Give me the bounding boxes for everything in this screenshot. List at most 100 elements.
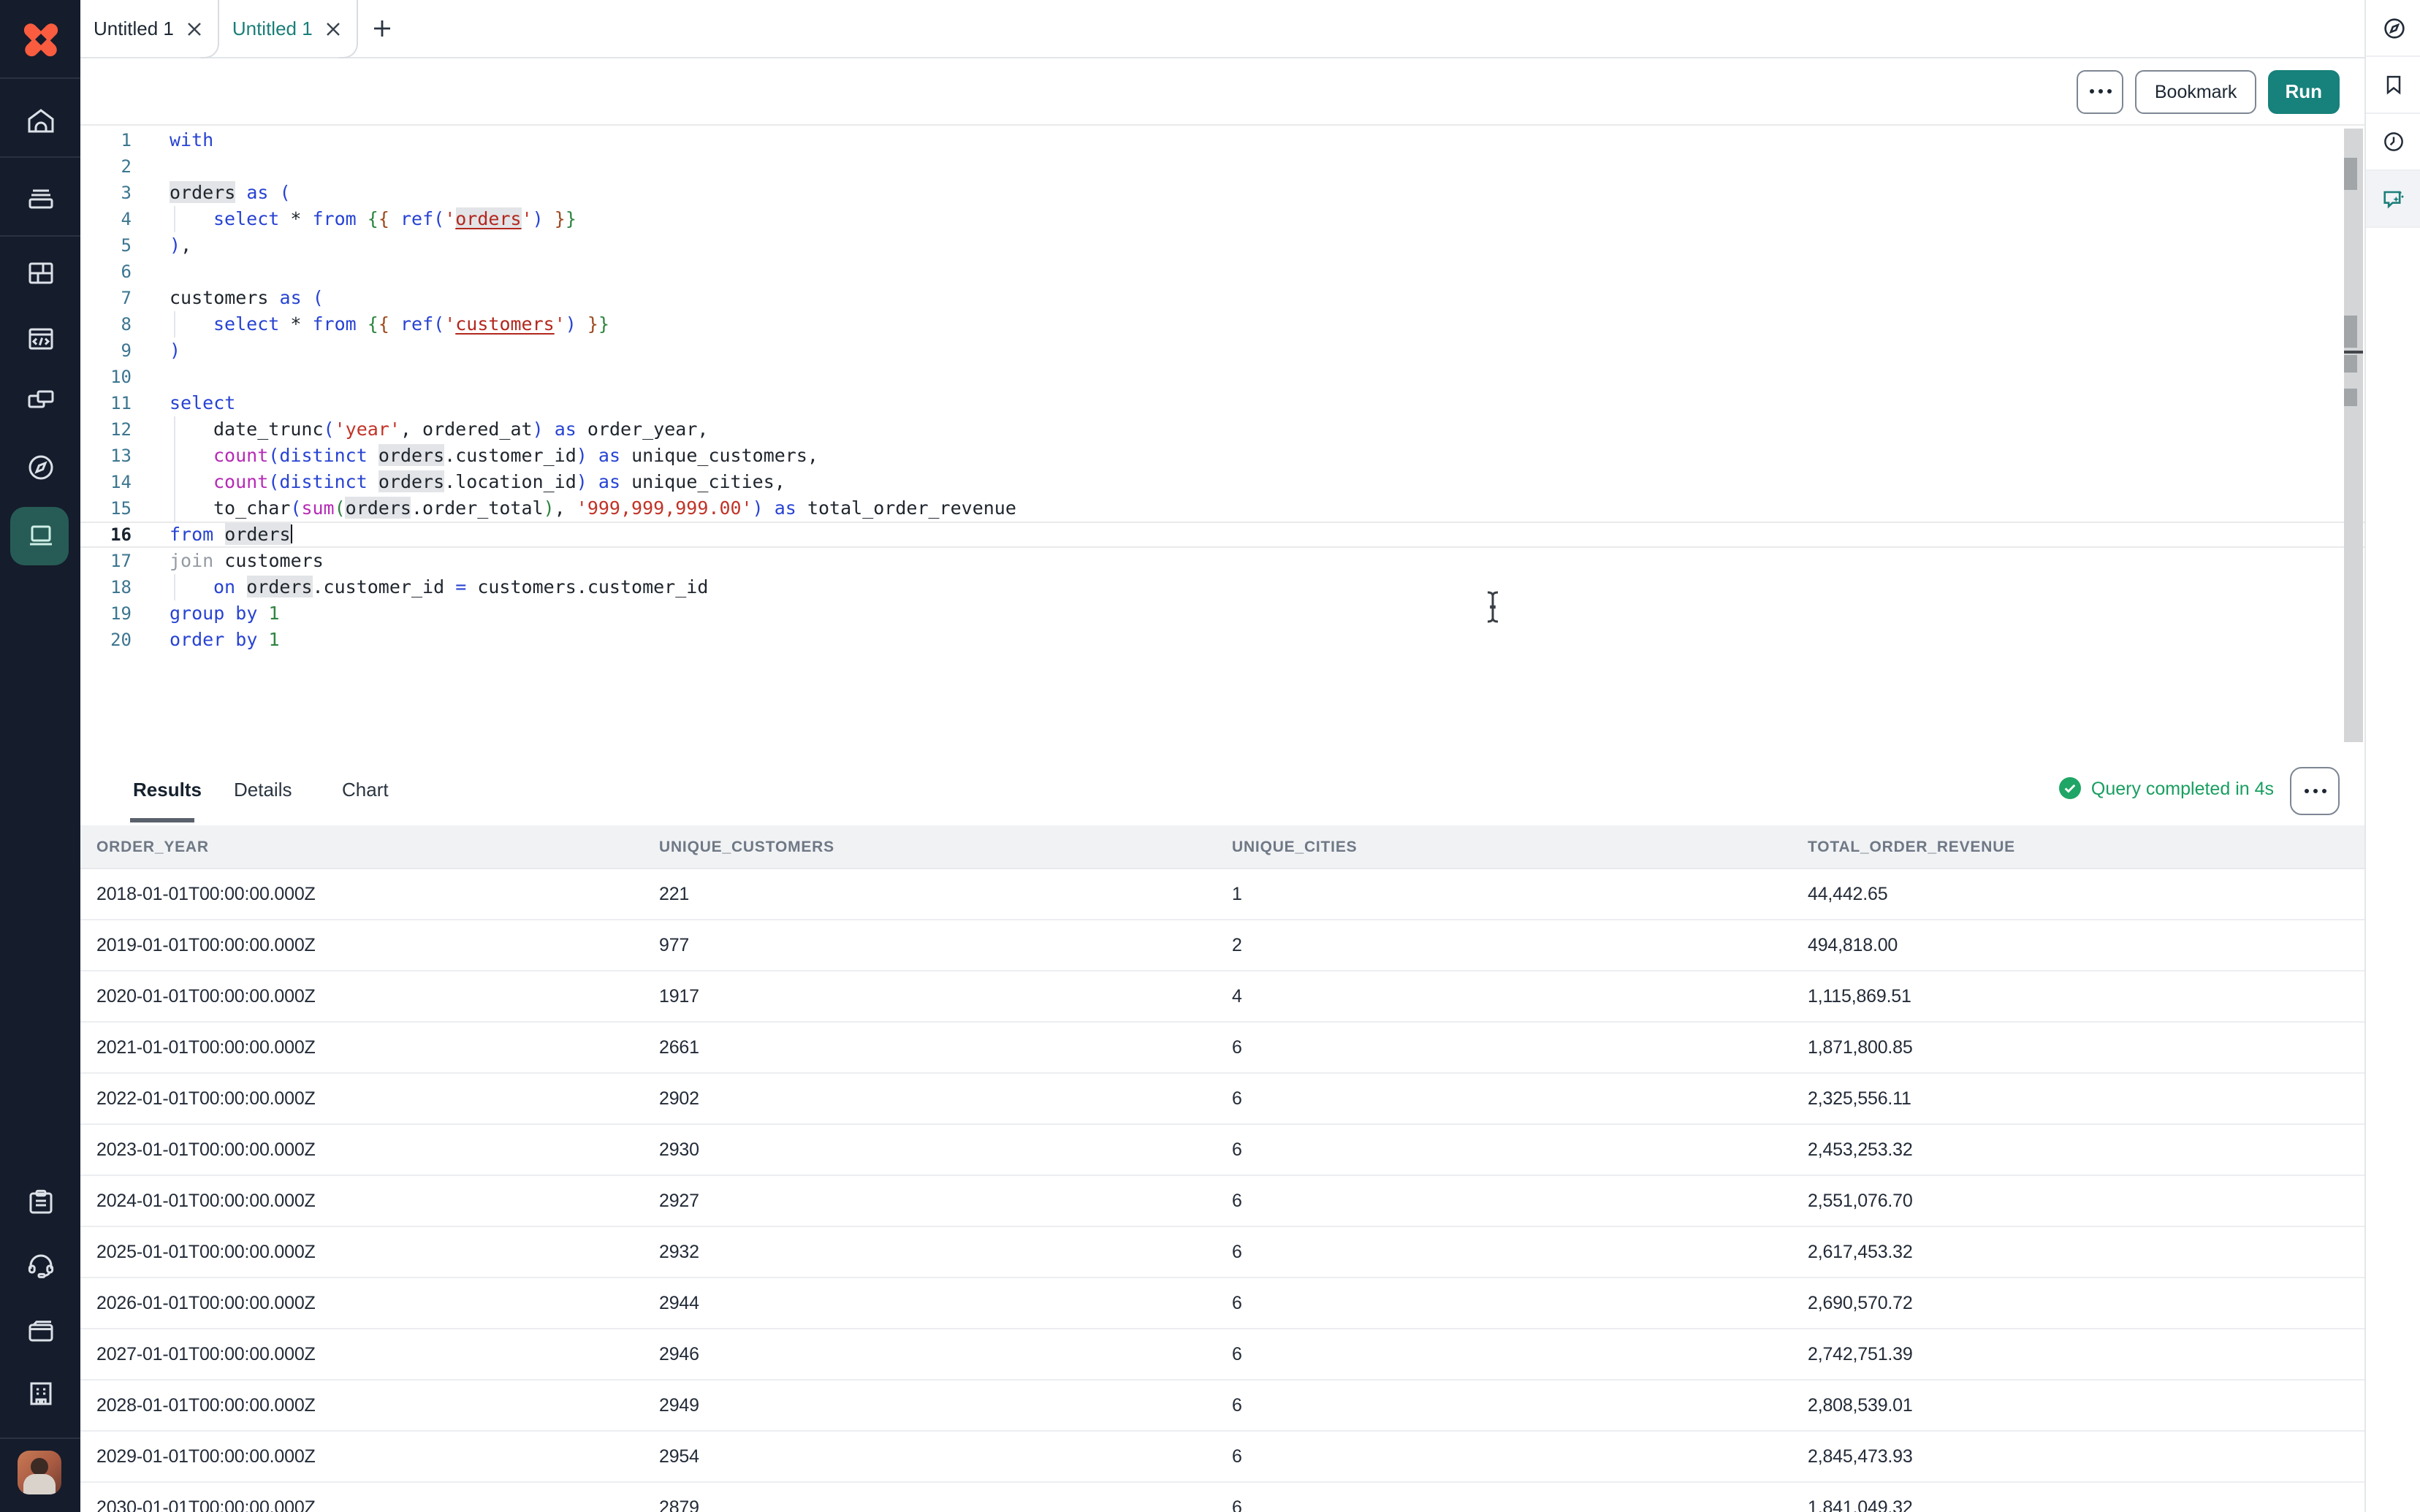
table-cell[interactable]: 2927	[659, 1191, 1232, 1211]
table-row[interactable]: 2021-01-01T00:00:00.000Z266161,871,800.8…	[80, 1023, 2364, 1074]
tab-chart[interactable]: Chart	[342, 779, 389, 801]
table-cell[interactable]: 2	[1232, 935, 1808, 955]
table-cell[interactable]: 2,742,751.39	[1808, 1344, 2364, 1364]
table-cell[interactable]: 2028-01-01T00:00:00.000Z	[96, 1395, 659, 1416]
table-cell[interactable]: 2030-01-01T00:00:00.000Z	[96, 1497, 659, 1512]
table-cell[interactable]: 977	[659, 935, 1232, 955]
table-cell[interactable]: 1,841,049.32	[1808, 1497, 2364, 1512]
table-row[interactable]: 2024-01-01T00:00:00.000Z292762,551,076.7…	[80, 1176, 2364, 1227]
table-cell[interactable]: 2944	[659, 1293, 1232, 1313]
table-cell[interactable]: 2,845,473.93	[1808, 1446, 2364, 1467]
code-line[interactable]: 2	[80, 153, 2364, 180]
code-line[interactable]: 5),	[80, 232, 2364, 259]
table-cell[interactable]: 2,690,570.72	[1808, 1293, 2364, 1313]
table-cell[interactable]: 1917	[659, 986, 1232, 1007]
sidebar-item-notebooks-active[interactable]	[0, 507, 80, 565]
code-line[interactable]: 13count(distinct orders.customer_id) as …	[80, 443, 2364, 469]
table-row[interactable]: 2019-01-01T00:00:00.000Z9772494,818.00	[80, 920, 2364, 971]
table-cell[interactable]: 2025-01-01T00:00:00.000Z	[96, 1242, 659, 1262]
code-line[interactable]: 17join customers	[80, 548, 2364, 574]
editor-scrollbar[interactable]	[2344, 129, 2363, 742]
code-line[interactable]: 20order by 1	[80, 627, 2364, 653]
run-button[interactable]: Run	[2267, 69, 2340, 113]
table-cell[interactable]: 2949	[659, 1395, 1232, 1416]
sidebar-item-home[interactable]	[0, 92, 80, 150]
sidebar-item-docs[interactable]	[0, 1173, 80, 1232]
code-line[interactable]: 9)	[80, 337, 2364, 364]
table-cell[interactable]: 6	[1232, 1497, 1808, 1512]
code-line[interactable]: 16from orders	[80, 522, 2364, 548]
table-row[interactable]: 2027-01-01T00:00:00.000Z294662,742,751.3…	[80, 1329, 2364, 1381]
tab-untitled-2[interactable]: Untitled 1	[219, 0, 358, 57]
tab-untitled-1[interactable]: Untitled 1	[80, 0, 219, 57]
new-tab-button[interactable]	[358, 0, 408, 57]
sql-editor[interactable]: 1with23orders as (4select * from {{ ref(…	[80, 127, 2364, 758]
table-cell[interactable]: 2661	[659, 1037, 1232, 1058]
close-icon[interactable]	[187, 21, 202, 36]
table-row[interactable]: 2023-01-01T00:00:00.000Z293062,453,253.3…	[80, 1125, 2364, 1176]
table-cell[interactable]: 2022-01-01T00:00:00.000Z	[96, 1088, 659, 1109]
table-row[interactable]: 2020-01-01T00:00:00.000Z191741,115,869.5…	[80, 971, 2364, 1023]
table-cell[interactable]: 2021-01-01T00:00:00.000Z	[96, 1037, 659, 1058]
code-line[interactable]: 15to_char(sum(orders.order_total), '999,…	[80, 495, 2364, 522]
table-cell[interactable]: 1,871,800.85	[1808, 1037, 2364, 1058]
table-cell[interactable]: 2,551,076.70	[1808, 1191, 2364, 1211]
table-cell[interactable]: 2026-01-01T00:00:00.000Z	[96, 1293, 659, 1313]
table-cell[interactable]: 2027-01-01T00:00:00.000Z	[96, 1344, 659, 1364]
column-header-unique-cities[interactable]: UNIQUE_CITIES	[1232, 838, 1808, 855]
table-row[interactable]: 2030-01-01T00:00:00.000Z287961,841,049.3…	[80, 1483, 2364, 1512]
table-cell[interactable]: 1,115,869.51	[1808, 986, 2364, 1007]
table-row[interactable]: 2025-01-01T00:00:00.000Z293262,617,453.3…	[80, 1227, 2364, 1278]
table-cell[interactable]: 6	[1232, 1344, 1808, 1364]
bookmark-button[interactable]: Bookmark	[2136, 69, 2256, 113]
code-line[interactable]: 10	[80, 364, 2364, 390]
code-line[interactable]: 1with	[80, 127, 2364, 153]
table-row[interactable]: 2022-01-01T00:00:00.000Z290262,325,556.1…	[80, 1074, 2364, 1125]
table-cell[interactable]: 2018-01-01T00:00:00.000Z	[96, 884, 659, 904]
table-row[interactable]: 2026-01-01T00:00:00.000Z294462,690,570.7…	[80, 1278, 2364, 1329]
sidebar-item-multi-window[interactable]	[0, 371, 80, 429]
table-cell[interactable]: 2020-01-01T00:00:00.000Z	[96, 986, 659, 1007]
table-cell[interactable]: 221	[659, 884, 1232, 904]
code-line[interactable]: 7customers as (	[80, 285, 2364, 311]
table-cell[interactable]: 2019-01-01T00:00:00.000Z	[96, 935, 659, 955]
table-cell[interactable]: 6	[1232, 1395, 1808, 1416]
code-line[interactable]: 8select * from {{ ref('customers') }}	[80, 311, 2364, 337]
column-header-unique-customers[interactable]: UNIQUE_CUSTOMERS	[659, 838, 1232, 855]
right-rail-explore[interactable]	[2366, 0, 2420, 57]
table-cell[interactable]: 1	[1232, 884, 1808, 904]
table-cell[interactable]: 6	[1232, 1293, 1808, 1313]
table-row[interactable]: 2029-01-01T00:00:00.000Z295462,845,473.9…	[80, 1432, 2364, 1483]
table-cell[interactable]: 6	[1232, 1037, 1808, 1058]
more-options-button[interactable]	[2077, 69, 2124, 113]
table-cell[interactable]: 2,808,539.01	[1808, 1395, 2364, 1416]
tab-details[interactable]: Details	[234, 779, 292, 801]
right-rail-bookmarks[interactable]	[2366, 57, 2420, 114]
table-cell[interactable]: 2902	[659, 1088, 1232, 1109]
sidebar-item-support[interactable]	[0, 1236, 80, 1294]
table-cell[interactable]: 2029-01-01T00:00:00.000Z	[96, 1446, 659, 1467]
table-cell[interactable]: 44,442.65	[1808, 884, 2364, 904]
sidebar-item-apps[interactable]	[0, 244, 80, 302]
table-cell[interactable]: 6	[1232, 1088, 1808, 1109]
results-more-button[interactable]	[2290, 767, 2340, 815]
table-cell[interactable]: 2024-01-01T00:00:00.000Z	[96, 1191, 659, 1211]
sidebar-item-collections[interactable]	[0, 168, 80, 226]
table-cell[interactable]: 2930	[659, 1139, 1232, 1160]
code-line[interactable]: 19group by 1	[80, 600, 2364, 627]
right-rail-ai-chat[interactable]	[2366, 171, 2420, 228]
sidebar-item-resources[interactable]	[0, 1302, 80, 1360]
table-cell[interactable]: 2954	[659, 1446, 1232, 1467]
hex-logo[interactable]	[0, 10, 80, 69]
code-line[interactable]: 12date_trunc('year', ordered_at) as orde…	[80, 416, 2364, 443]
table-cell[interactable]: 2932	[659, 1242, 1232, 1262]
table-cell[interactable]: 494,818.00	[1808, 935, 2364, 955]
sidebar-item-explore[interactable]	[0, 438, 80, 497]
table-cell[interactable]: 2023-01-01T00:00:00.000Z	[96, 1139, 659, 1160]
code-line[interactable]: 6	[80, 259, 2364, 285]
code-line[interactable]: 4select * from {{ ref('orders') }}	[80, 206, 2364, 232]
table-row[interactable]: 2028-01-01T00:00:00.000Z294962,808,539.0…	[80, 1381, 2364, 1432]
table-cell[interactable]: 6	[1232, 1139, 1808, 1160]
sidebar-item-code-browser[interactable]	[0, 310, 80, 368]
user-avatar[interactable]	[18, 1451, 61, 1494]
